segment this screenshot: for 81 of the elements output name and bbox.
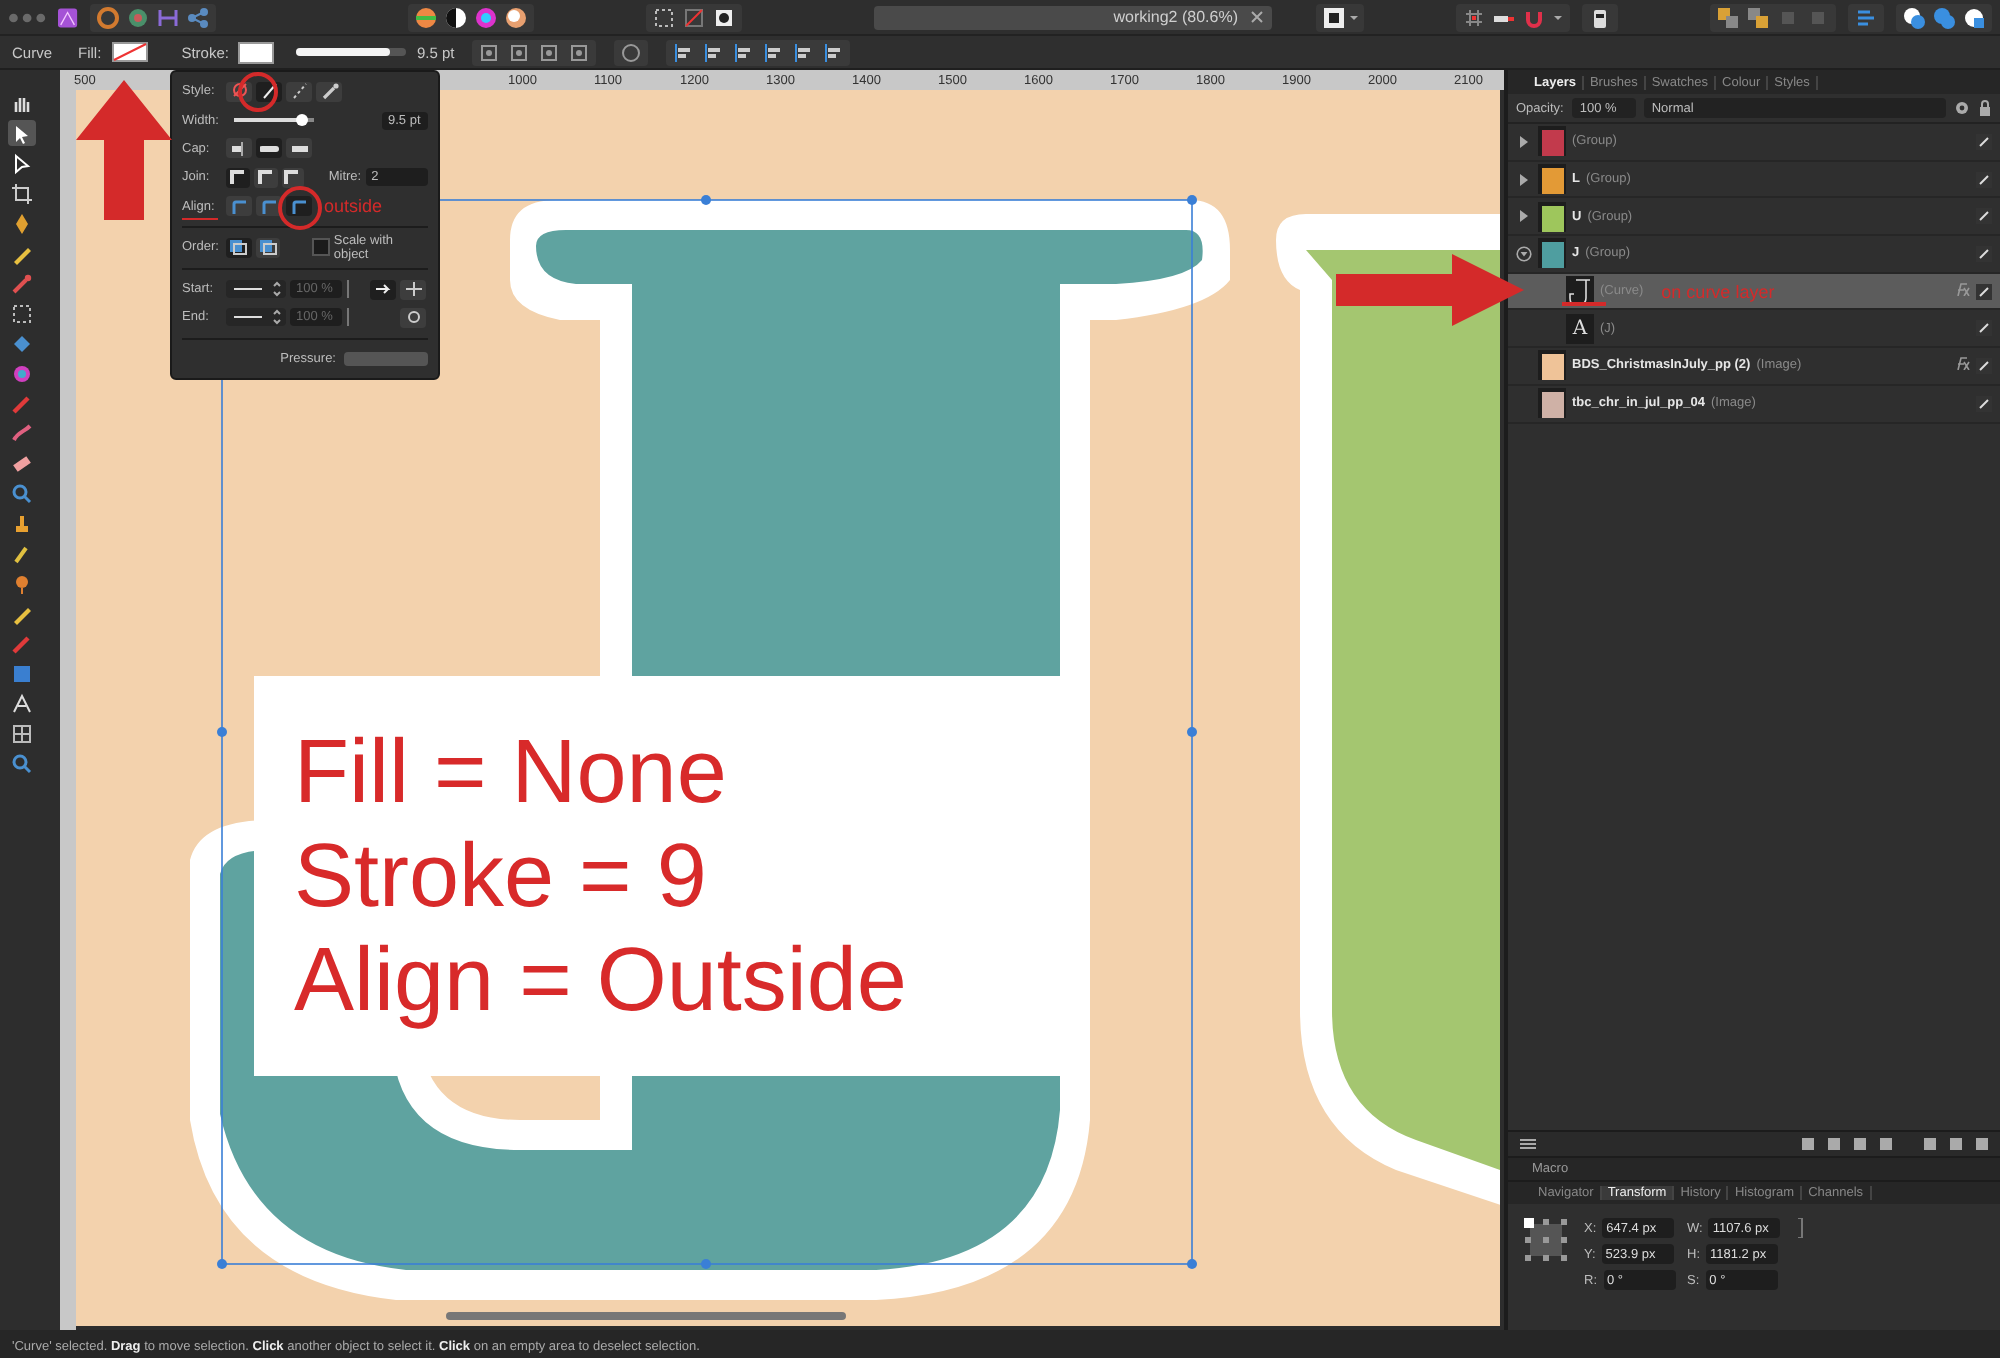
swap-button[interactable] — [400, 307, 426, 328]
boolean-subtract-icon[interactable] — [1931, 5, 1956, 29]
fx-icon[interactable] — [1852, 1136, 1868, 1152]
boolean-add-icon[interactable] — [1901, 5, 1926, 29]
color-wheel-icon[interactable] — [413, 5, 438, 29]
boolean-intersect-icon[interactable] — [1961, 5, 1986, 29]
columns-icon[interactable] — [155, 5, 180, 29]
arrowhead-button[interactable] — [400, 279, 426, 300]
app-logo-icon — [58, 3, 78, 31]
mask-icon[interactable] — [711, 5, 736, 29]
layer-thumbnail — [1538, 201, 1566, 232]
visibility-checkbox[interactable] — [1976, 133, 1992, 150]
visibility-checkbox[interactable] — [1976, 245, 1992, 262]
layers-menu-icon[interactable] — [1518, 1136, 1538, 1152]
fill-swatch[interactable] — [111, 42, 148, 62]
annotation-underline — [1561, 302, 1606, 306]
color-picker-icon[interactable] — [473, 5, 498, 29]
arrange-back-icon[interactable] — [1745, 5, 1770, 29]
grid-icon[interactable] — [1461, 5, 1486, 29]
arrange-front-icon[interactable] — [1715, 5, 1740, 29]
effects-icon[interactable] — [1954, 356, 1970, 371]
expand-icon[interactable] — [1518, 208, 1530, 225]
align-right-icon[interactable] — [732, 41, 755, 63]
share-icon[interactable] — [185, 5, 210, 29]
ring-icon[interactable] — [95, 5, 120, 29]
flip-icon[interactable] — [508, 41, 531, 63]
align-left-icon[interactable] — [672, 41, 695, 63]
layer-thumbnail — [1538, 238, 1566, 269]
callout-text: Align = Outside — [294, 928, 909, 1032]
width-slider[interactable] — [234, 118, 314, 123]
adjustment-icon[interactable] — [1826, 1136, 1842, 1152]
mask-layer-icon[interactable] — [1800, 1136, 1816, 1152]
line-style-dropdown[interactable] — [226, 280, 286, 299]
layer-thumbnail — [1538, 350, 1566, 381]
callout-text: Fill = None — [294, 720, 729, 824]
target-icon[interactable] — [620, 41, 643, 63]
visibility-checkbox[interactable] — [1976, 208, 1992, 225]
collapse-icon[interactable] — [1516, 245, 1532, 262]
settings-icon[interactable] — [1954, 100, 1970, 116]
callout-text: Stroke = 9 — [294, 824, 709, 928]
expand-icon[interactable] — [1518, 133, 1530, 150]
group-icon[interactable] — [1922, 1136, 1938, 1152]
annotation-note: on curve layer — [1661, 281, 1775, 302]
annotation-underline — [182, 217, 218, 221]
layer-thumbnail — [1538, 164, 1566, 195]
visibility-checkbox[interactable] — [1976, 171, 1992, 188]
pixel-layer-icon[interactable] — [1948, 1136, 1964, 1152]
lock-icon[interactable] — [1978, 100, 1992, 116]
contrast-icon[interactable] — [443, 5, 468, 29]
transform-icon[interactable] — [538, 41, 561, 63]
align-icon[interactable] — [1853, 5, 1878, 29]
align-middle-icon[interactable] — [792, 41, 815, 63]
horizontal-scrollbar[interactable] — [446, 1312, 846, 1320]
copy-icon[interactable] — [568, 41, 591, 63]
live-filter-icon[interactable] — [1878, 1136, 1894, 1152]
marquee-icon[interactable] — [651, 5, 676, 29]
visibility-checkbox[interactable] — [1976, 357, 1992, 374]
rotate-icon[interactable] — [478, 41, 501, 63]
arrowhead-button[interactable] — [370, 279, 396, 300]
align-bottom-icon[interactable] — [822, 41, 845, 63]
annotation-circle — [238, 72, 278, 112]
close-icon[interactable] — [1249, 10, 1264, 24]
stroke-width-slider[interactable] — [296, 48, 407, 56]
thumbnail-glyph: A — [1572, 315, 1588, 344]
visibility-checkbox[interactable] — [1976, 320, 1992, 337]
stroke-swatch[interactable] — [238, 41, 275, 63]
layer-thumbnail — [1538, 388, 1566, 419]
line-style-dropdown[interactable] — [226, 308, 286, 327]
visibility-checkbox[interactable] — [1976, 395, 1992, 412]
trash-icon[interactable] — [1974, 1136, 1990, 1152]
view-mode-icon[interactable] — [1321, 5, 1358, 29]
document-title: working2 (80.6%) — [1113, 8, 1238, 26]
scale-checkbox[interactable] — [312, 238, 330, 257]
annotation-note: outside — [324, 196, 383, 217]
expand-icon[interactable] — [1518, 171, 1530, 188]
anchor-point-selector[interactable] — [1524, 1218, 1568, 1262]
link-icon[interactable] — [1796, 1218, 1805, 1238]
visibility-checkbox[interactable] — [1976, 283, 1992, 300]
align-center-icon[interactable] — [702, 41, 725, 63]
align-top-icon[interactable] — [762, 41, 785, 63]
sphere-icon[interactable] — [503, 5, 528, 29]
